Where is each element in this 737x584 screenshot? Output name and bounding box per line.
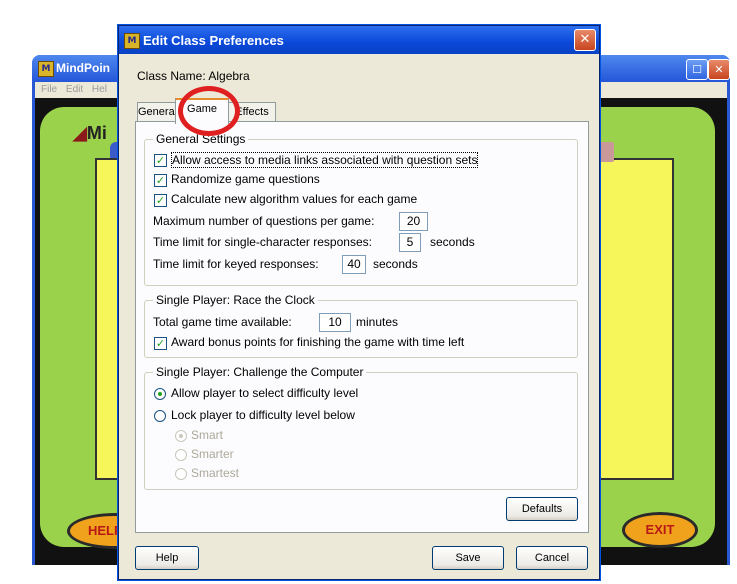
keyed-time-input[interactable]: 40 — [342, 255, 366, 274]
general-settings-group: General Settings ✓ Allow access to media… — [144, 132, 578, 286]
background-close-button[interactable]: ✕ — [708, 59, 730, 80]
dialog-titlebar[interactable]: M Edit Class Preferences ✕ — [119, 26, 599, 54]
mindpoint-logo: ◢Mi — [73, 123, 107, 143]
max-questions-label: Maximum number of questions per game: — [153, 214, 375, 228]
help-button[interactable]: Help — [135, 546, 199, 570]
award-bonus-label[interactable]: Award bonus points for finishing the gam… — [171, 335, 464, 349]
keyed-time-unit: seconds — [373, 257, 418, 271]
allow-media-links-label[interactable]: Allow access to media links associated w… — [171, 152, 479, 168]
race-the-clock-group: Single Player: Race the Clock Total game… — [144, 293, 578, 358]
calculate-algorithm-label[interactable]: Calculate new algorithm values for each … — [171, 192, 417, 206]
difficulty-smart-label: Smart — [191, 428, 224, 442]
difficulty-smartest-radio[interactable] — [175, 468, 187, 480]
allow-media-links-checkbox[interactable]: ✓ — [154, 154, 167, 167]
background-window-title: MindPoin — [56, 61, 110, 75]
save-button[interactable]: Save — [432, 546, 504, 570]
exit-game-button[interactable]: EXIT — [622, 512, 698, 548]
app-icon: M — [38, 61, 54, 77]
menu-help[interactable]: Hel — [92, 82, 107, 98]
game-tab-panel: General Settings ✓ Allow access to media… — [135, 121, 589, 533]
tab-general[interactable]: General — [137, 102, 177, 122]
lock-difficulty-label[interactable]: Lock player to difficulty level below — [171, 408, 355, 422]
app-icon: M — [124, 33, 140, 49]
randomize-questions-label[interactable]: Randomize game questions — [171, 172, 320, 186]
challenge-computer-group: Single Player: Challenge the Computer Al… — [144, 365, 578, 490]
allow-select-difficulty-radio[interactable] — [154, 388, 166, 400]
calculate-algorithm-checkbox[interactable]: ✓ — [154, 194, 167, 207]
allow-select-difficulty-label[interactable]: Allow player to select difficulty level — [171, 386, 358, 400]
single-char-time-unit: seconds — [430, 235, 475, 249]
class-name-label: Class Name: Algebra — [137, 69, 250, 83]
difficulty-smarter-radio[interactable] — [175, 449, 187, 461]
single-char-time-input[interactable]: 5 — [399, 233, 421, 252]
defaults-button[interactable]: Defaults — [506, 497, 578, 521]
difficulty-smart-radio[interactable] — [175, 430, 187, 442]
annotation-circle — [178, 86, 240, 136]
menu-edit[interactable]: Edit — [66, 82, 83, 98]
award-bonus-checkbox[interactable]: ✓ — [154, 337, 167, 350]
difficulty-smartest-label: Smartest — [191, 466, 240, 480]
game-panel-right — [598, 158, 674, 480]
challenge-computer-title: Single Player: Challenge the Computer — [153, 365, 367, 379]
total-game-time-label: Total game time available: — [153, 315, 292, 329]
total-game-time-input[interactable]: 10 — [319, 313, 351, 332]
race-the-clock-title: Single Player: Race the Clock — [153, 293, 318, 307]
single-char-time-label: Time limit for single-character response… — [153, 235, 372, 249]
lock-difficulty-radio[interactable] — [154, 410, 166, 422]
total-game-time-unit: minutes — [356, 315, 399, 329]
difficulty-smarter-label: Smarter — [191, 447, 234, 461]
menu-file[interactable]: File — [41, 82, 57, 98]
class-name-value: Algebra — [208, 69, 250, 83]
dialog-title: Edit Class Preferences — [143, 33, 284, 48]
randomize-questions-checkbox[interactable]: ✓ — [154, 174, 167, 187]
cancel-button[interactable]: Cancel — [516, 546, 588, 570]
dialog-close-button[interactable]: ✕ — [574, 29, 596, 51]
keyed-time-label: Time limit for keyed responses: — [153, 257, 319, 271]
maximize-button[interactable]: ☐ — [686, 59, 708, 80]
max-questions-input[interactable]: 20 — [399, 212, 428, 231]
